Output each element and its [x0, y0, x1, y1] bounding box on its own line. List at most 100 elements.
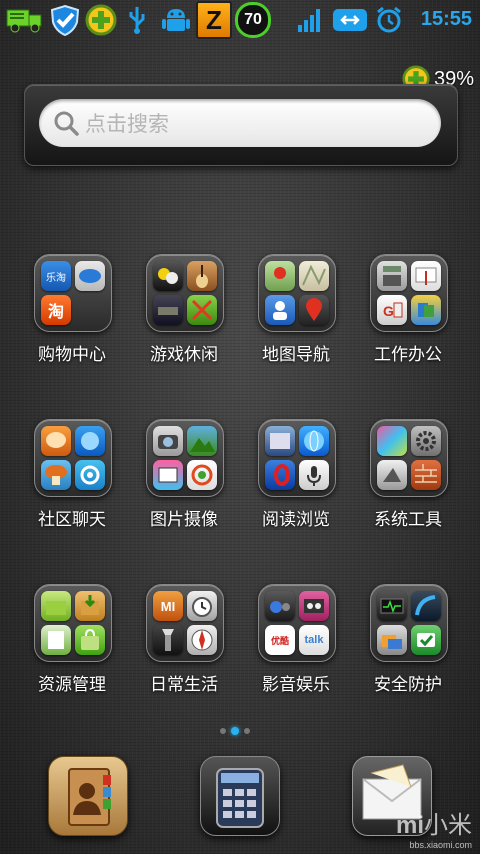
shield-check-icon [48, 4, 82, 36]
globe-browser-app-icon [299, 426, 329, 456]
plus-circle-icon [84, 4, 118, 36]
mushroom-app-icon [41, 460, 71, 490]
monitor-app-icon [377, 591, 407, 621]
antivirus-app-icon [411, 591, 441, 621]
video-player-app-icon [299, 591, 329, 621]
navigation-app-icon [299, 295, 329, 325]
svg-text:G: G [383, 303, 394, 319]
billiards-app-icon [153, 261, 183, 291]
folder-media-box: 优酷 talk [258, 584, 336, 662]
page-dot-2-active[interactable] [231, 727, 239, 735]
folder-files-box [34, 584, 112, 662]
folder-label: 地图导航 [262, 345, 330, 365]
settings-gear-app-icon [411, 426, 441, 456]
folder-photos[interactable]: 图片摄像 [129, 419, 239, 549]
mi-logo: mi [395, 812, 424, 839]
badge-70-icon: 70 [235, 2, 271, 38]
folder-photos-box [146, 419, 224, 497]
folder-files[interactable]: 资源管理 [17, 584, 127, 714]
folder-shopping[interactable]: 乐淘 淘 购物中心 [17, 254, 127, 384]
ping-app-icon [75, 460, 105, 490]
office-docs-app-icon [411, 295, 441, 325]
youku-app-icon: 优酷 [265, 625, 295, 655]
file-manager-app-icon [41, 591, 71, 621]
folder-reading-box [258, 419, 336, 497]
news-app-icon [265, 426, 295, 456]
camera-app-icon [153, 426, 183, 456]
voice-search-app-icon [299, 460, 329, 490]
gmail-app-icon: G [377, 295, 407, 325]
folder-label: 资源管理 [38, 675, 106, 695]
taobao-app-icon: 淘 [41, 295, 71, 325]
firewall-app-icon [411, 460, 441, 490]
chat-app-icon [41, 426, 71, 456]
mi-app-icon: MI [153, 591, 183, 621]
folder-office-box: G [370, 254, 448, 332]
latitude-app-icon [265, 295, 295, 325]
theme-app-icon [377, 426, 407, 456]
sword-app-icon [187, 295, 217, 325]
market-bag-app-icon [75, 625, 105, 655]
page-indicator[interactable] [220, 726, 250, 736]
backup-app-icon [377, 625, 407, 655]
map-app-icon [299, 261, 329, 291]
folder-social[interactable]: 社区聊天 [17, 419, 127, 549]
folder-security-box [370, 584, 448, 662]
phone-dialer-icon[interactable] [200, 756, 280, 836]
folder-reading[interactable]: 阅读浏览 [241, 419, 351, 549]
folder-label: 影音娱乐 [262, 675, 330, 695]
sync-icon [332, 4, 368, 36]
folder-label: 日常生活 [150, 675, 218, 695]
search-placeholder: 点击搜索 [85, 112, 169, 136]
signal-icon [296, 4, 324, 36]
folder-label: 阅读浏览 [262, 510, 330, 530]
guitar-app-icon [187, 261, 217, 291]
guard-app-icon [411, 625, 441, 655]
watermark-brand: 小米 [424, 811, 472, 839]
folder-tools-box [370, 419, 448, 497]
folder-tools[interactable]: 系统工具 [353, 419, 463, 549]
shooter-app-icon [153, 295, 183, 325]
contacts-icon[interactable] [48, 756, 128, 836]
google-talk-app-icon: talk [299, 625, 329, 655]
places-app-icon [265, 261, 295, 291]
folder-games[interactable]: 游戏休闲 [129, 254, 239, 384]
folder-label: 购物中心 [38, 345, 106, 365]
folder-label: 安全防护 [374, 675, 442, 695]
alarm-clock-app-icon [187, 591, 217, 621]
clock-time: 15:55 [420, 8, 472, 30]
watermark-url: bbs.xiaomi.com [409, 840, 472, 850]
folder-label: 社区聊天 [38, 510, 106, 530]
android-icon [160, 4, 192, 36]
music-player-app-icon [265, 591, 295, 621]
search-icon [54, 111, 79, 136]
usb-icon [124, 4, 150, 36]
folder-label: 游戏休闲 [150, 345, 218, 365]
folder-maps[interactable]: 地图导航 [241, 254, 351, 384]
picasa-app-icon [187, 460, 217, 490]
folder-office[interactable]: G 工作办公 [353, 254, 463, 384]
folder-shopping-box: 乐淘 淘 [34, 254, 112, 332]
folder-daily[interactable]: MI 日常生活 [129, 584, 239, 714]
folder-security[interactable]: 安全防护 [353, 584, 463, 714]
truck-icon [6, 4, 44, 36]
status-bar: Z 70 15:55 [0, 0, 480, 40]
folder-label: 工作办公 [374, 345, 442, 365]
page-dot-1[interactable] [220, 728, 226, 734]
presentation-app-icon [411, 261, 441, 291]
search-input[interactable]: 点击搜索 [39, 99, 441, 147]
shop-app-icon [75, 261, 105, 291]
folder-label: 系统工具 [374, 510, 442, 530]
folder-media[interactable]: 优酷 talk 影音娱乐 [241, 584, 351, 714]
photo-effects-app-icon [153, 460, 183, 490]
cleaner-app-icon [377, 460, 407, 490]
folder-label: 图片摄像 [150, 510, 218, 530]
folder-maps-box [258, 254, 336, 332]
folder-social-box [34, 419, 112, 497]
badge-70-text: 70 [235, 2, 271, 38]
letao-app-icon: 乐淘 [41, 261, 71, 291]
gallery-app-icon [187, 426, 217, 456]
xiaomi-watermark: mi小米 bbs.xiaomi.com [396, 805, 472, 850]
page-dot-3[interactable] [244, 728, 250, 734]
calculator-app-icon [377, 261, 407, 291]
